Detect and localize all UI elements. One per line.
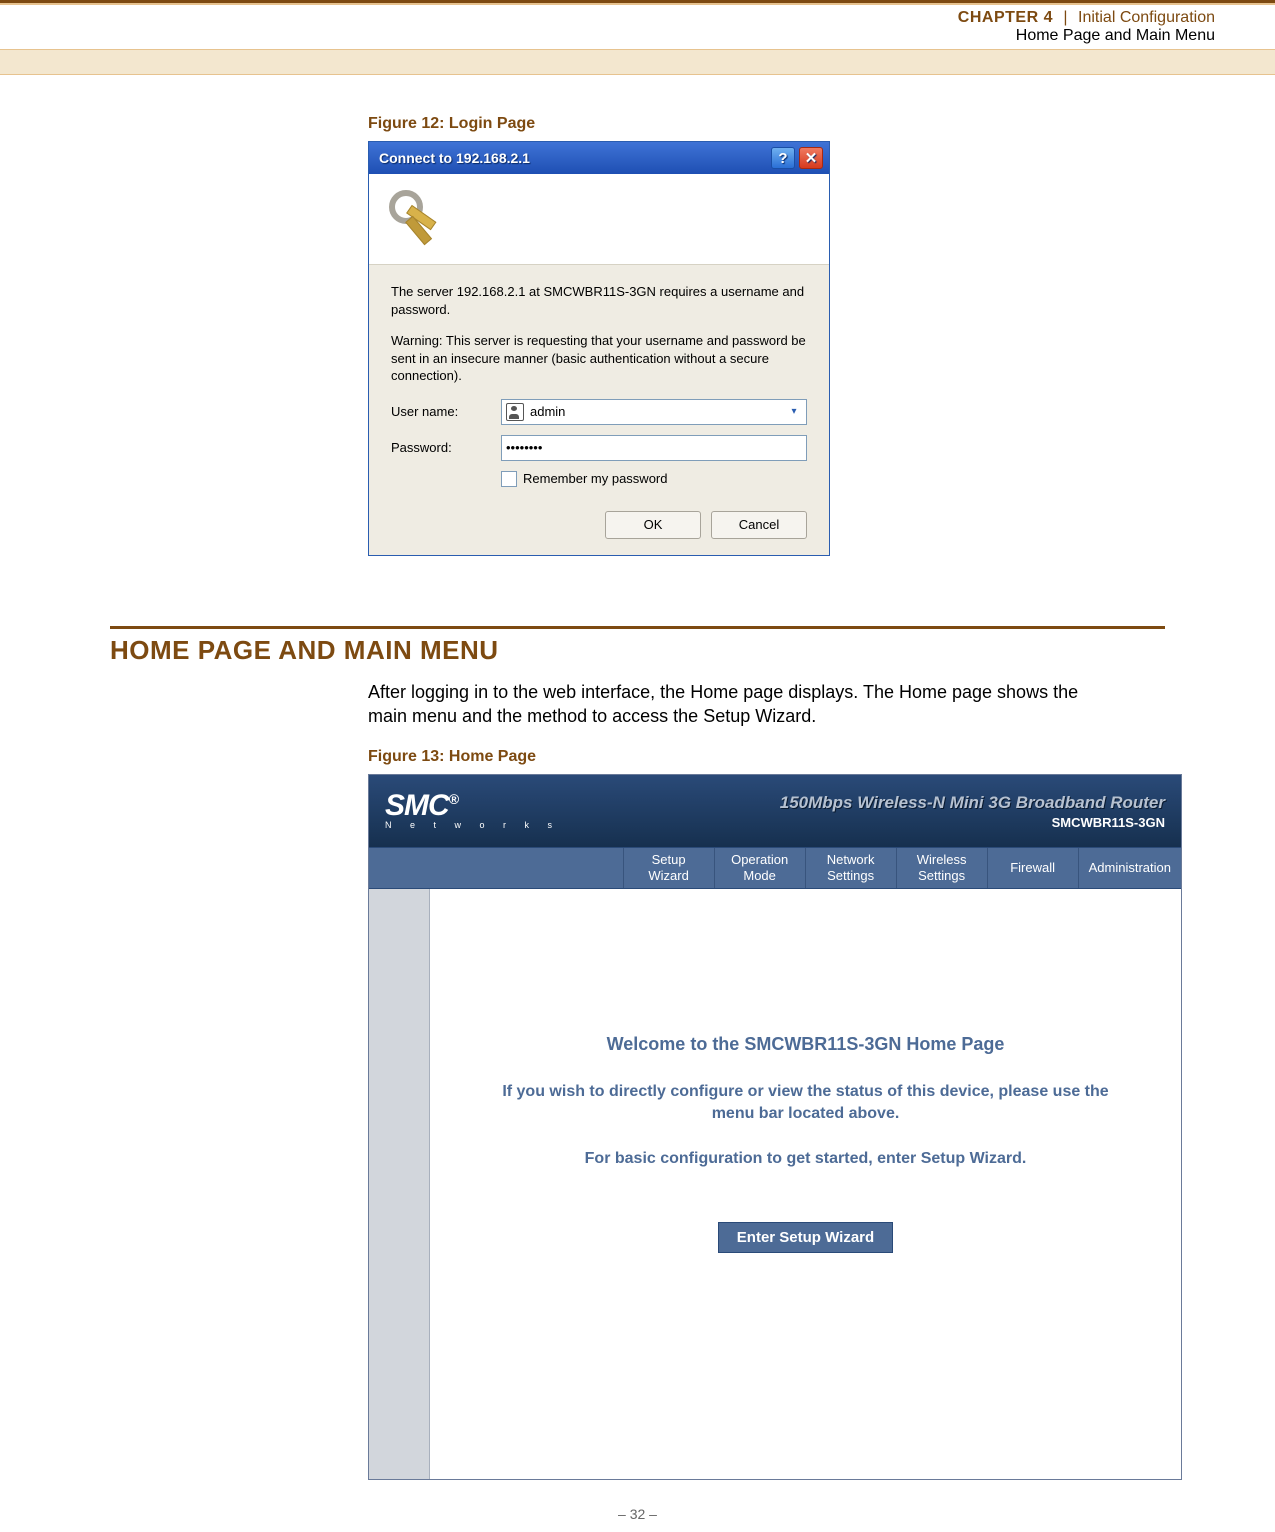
- ok-button[interactable]: OK: [605, 511, 701, 539]
- section-paragraph: After logging in to the web interface, t…: [368, 680, 1088, 729]
- home-body: Welcome to the SMCWBR11S-3GN Home Page I…: [369, 889, 1181, 1479]
- dialog-titlebar: Connect to 192.168.2.1 ? ✕: [369, 142, 829, 174]
- login-dialog: Connect to 192.168.2.1 ? ✕ The server 19…: [368, 141, 830, 556]
- welcome-line2: For basic configuration to get started, …: [585, 1148, 1027, 1170]
- section-rule: [110, 626, 1165, 629]
- nav-setup-wizard[interactable]: Setup Wizard: [623, 848, 714, 887]
- chapter-sep: |: [1057, 9, 1073, 26]
- welcome-line1: If you wish to directly configure or vie…: [486, 1081, 1126, 1126]
- chapter-label: CHAPTER 4: [958, 9, 1053, 26]
- smc-logo: SMC® N e t w o r k s: [385, 794, 560, 829]
- figure13-caption: Figure 13: Home Page: [368, 748, 1165, 766]
- close-icon[interactable]: ✕: [799, 147, 823, 169]
- product-title: 150Mbps Wireless-N Mini 3G Broadband Rou…: [780, 793, 1165, 813]
- nav-administration[interactable]: Administration: [1078, 848, 1181, 887]
- password-field[interactable]: ••••••••: [501, 435, 807, 461]
- password-value: ••••••••: [506, 440, 542, 455]
- header-band: [0, 49, 1275, 75]
- cancel-button[interactable]: Cancel: [711, 511, 807, 539]
- product-model: SMCWBR11S-3GN: [780, 815, 1165, 830]
- nav-firewall[interactable]: Firewall: [987, 848, 1078, 887]
- nav-wireless-settings[interactable]: Wireless Settings: [896, 848, 987, 887]
- chapter-subtitle: Home Page and Main Menu: [0, 27, 1215, 45]
- remember-label: Remember my password: [523, 471, 668, 486]
- dialog-body: The server 192.168.2.1 at SMCWBR11S-3GN …: [369, 264, 829, 555]
- home-sidebar: [369, 889, 430, 1479]
- username-field[interactable]: admin ▾: [501, 399, 807, 425]
- remember-checkbox[interactable]: [501, 471, 517, 487]
- warning-text: Warning: This server is requesting that …: [391, 332, 807, 385]
- logo-text: SMC: [385, 789, 449, 822]
- password-label: Password:: [391, 440, 501, 455]
- home-banner: SMC® N e t w o r k s 150Mbps Wireless-N …: [369, 775, 1181, 847]
- username-value: admin: [530, 404, 565, 419]
- chevron-down-icon[interactable]: ▾: [786, 400, 802, 424]
- figure12-caption: Figure 12: Login Page: [368, 115, 1165, 133]
- dialog-icon-area: [369, 174, 829, 264]
- page-number: – 32 –: [0, 1506, 1275, 1522]
- logo-subtext: N e t w o r k s: [385, 822, 560, 829]
- enter-setup-wizard-button[interactable]: Enter Setup Wizard: [718, 1222, 893, 1253]
- nav-network-settings[interactable]: Network Settings: [805, 848, 896, 887]
- help-icon[interactable]: ?: [771, 147, 795, 169]
- section-title: HOME PAGE AND MAIN MENU: [110, 635, 1165, 666]
- keys-icon: [389, 190, 445, 246]
- dialog-title-text: Connect to 192.168.2.1: [379, 150, 767, 166]
- nav-operation-mode[interactable]: Operation Mode: [714, 848, 805, 887]
- username-label: User name:: [391, 404, 501, 419]
- home-page-mock: SMC® N e t w o r k s 150Mbps Wireless-N …: [368, 774, 1182, 1479]
- welcome-heading: Welcome to the SMCWBR11S-3GN Home Page: [607, 1034, 1005, 1055]
- home-main: Welcome to the SMCWBR11S-3GN Home Page I…: [430, 889, 1181, 1479]
- user-icon: [506, 403, 524, 421]
- home-nav: Setup Wizard Operation Mode Network Sett…: [369, 847, 1181, 888]
- chapter-title: Initial Configuration: [1078, 9, 1215, 26]
- server-text: The server 192.168.2.1 at SMCWBR11S-3GN …: [391, 283, 807, 318]
